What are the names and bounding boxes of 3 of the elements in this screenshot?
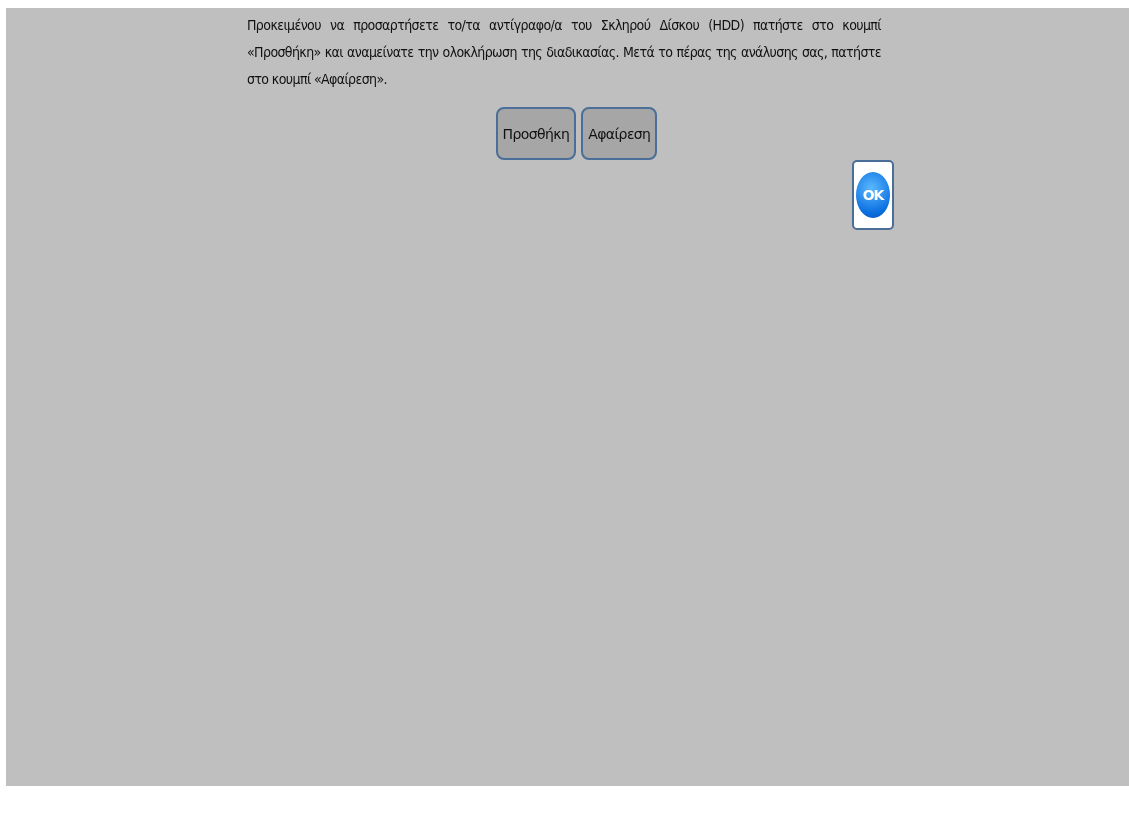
action-button[interactable]: Αφαίρεση (581, 107, 658, 160)
action-button[interactable]: Προσθήκη (495, 107, 577, 160)
instructions-text: Προκειμένου να προσαρτήσετε το/τα αντίγραφο/α του Σκληρού Δίσκου (HDD) πατήστε στο κουμπί «Προσθήκη» και αναμείνατε την ολοκλήρωση της διαδικασίας. Μετά το πέρας της ανάλυσης σας, πατήστε στο κουμπί «Αφαίρεση». (247, 16, 881, 89)
